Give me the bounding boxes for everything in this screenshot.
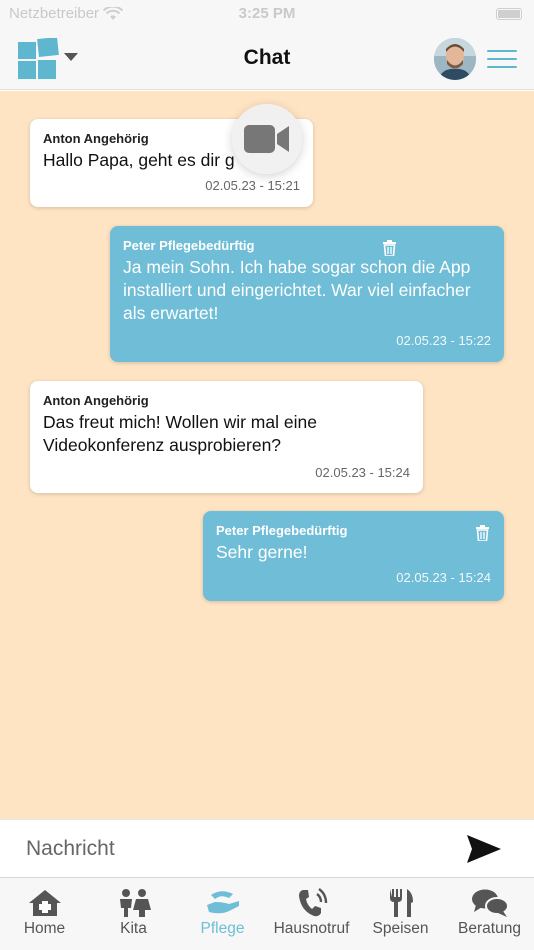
message-time: 02.05.23 - 15:24 <box>396 570 491 585</box>
care-hand-icon <box>206 891 239 914</box>
tab-label: Kita <box>120 920 147 937</box>
message-input[interactable] <box>26 834 426 864</box>
tab-label: Beratung <box>458 920 521 937</box>
message-bubble: Peter Pflegebedürftig Ja mein Sohn. Ich … <box>110 226 504 362</box>
tab-speisen[interactable]: Speisen <box>356 878 445 950</box>
message-sender: Peter Pflegebedürftig <box>123 238 255 253</box>
app-header: Chat <box>0 30 534 90</box>
phone-call-icon <box>298 888 327 917</box>
hamburger-menu-icon[interactable] <box>487 50 517 70</box>
cutlery-icon <box>389 889 413 917</box>
message-bubble: Anton Angehörig Das freut mich! Wollen w… <box>30 381 423 493</box>
tab-label: Pflege <box>200 920 245 937</box>
avatar[interactable] <box>434 38 476 80</box>
message-text: Ja mein Sohn. Ich habe sogar schon die A… <box>123 257 471 323</box>
trash-icon[interactable] <box>476 525 489 541</box>
message-composer <box>0 819 534 877</box>
video-camera-icon <box>244 125 289 153</box>
message-text: Das freut mich! Wollen wir mal eine Vide… <box>43 412 317 455</box>
tab-bar: Home Kita Pflege Hausnotruf Speisen Bera… <box>0 877 534 950</box>
message-time: 02.05.23 - 15:22 <box>396 333 491 348</box>
trash-icon[interactable] <box>383 240 396 256</box>
tab-kita[interactable]: Kita <box>89 878 178 950</box>
tab-pflege[interactable]: Pflege <box>178 878 267 950</box>
battery-icon <box>496 8 522 20</box>
send-icon[interactable] <box>466 834 502 864</box>
tab-hausnotruf[interactable]: Hausnotruf <box>267 878 356 950</box>
tab-beratung[interactable]: Beratung <box>445 878 534 950</box>
status-bar: Netzbetreiber 3:25 PM <box>0 0 534 30</box>
tab-home[interactable]: Home <box>0 878 89 950</box>
clock: 3:25 PM <box>238 5 296 22</box>
tab-label: Hausnotruf <box>273 920 350 937</box>
chat-bubbles-icon <box>471 889 509 917</box>
home-icon <box>28 890 61 916</box>
message-time: 02.05.23 - 15:21 <box>205 178 300 193</box>
message-sender: Anton Angehörig <box>43 393 149 408</box>
video-call-button[interactable] <box>232 104 302 174</box>
user-photo-icon <box>434 38 476 80</box>
tab-label: Speisen <box>372 920 429 937</box>
tab-label: Home <box>23 920 66 937</box>
chat-area[interactable]: Anton Angehörig Hallo Papa, geht es dir … <box>0 91 534 819</box>
message-bubble: Peter Pflegebedürftig Sehr gerne! 02.05.… <box>203 511 504 601</box>
message-sender: Peter Pflegebedürftig <box>216 523 348 538</box>
message-time: 02.05.23 - 15:24 <box>315 465 410 480</box>
message-text: Sehr gerne! <box>216 542 308 562</box>
children-icon <box>119 889 151 917</box>
